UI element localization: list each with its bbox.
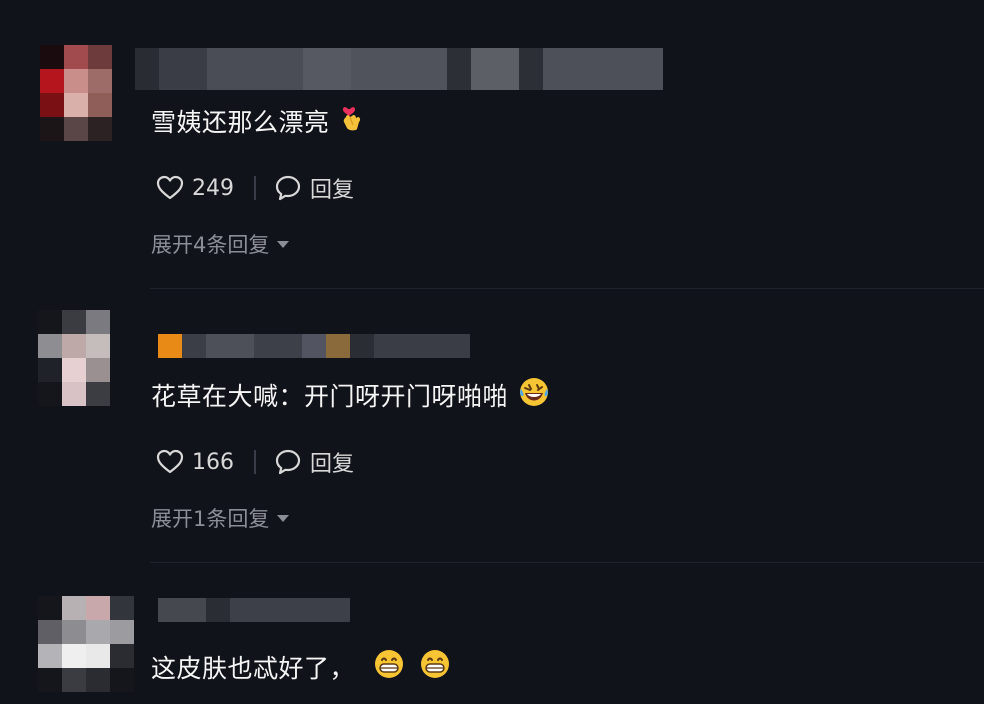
rolling-laugh-emoji-icon xyxy=(518,376,550,414)
reply-label: 回复 xyxy=(310,452,355,477)
chat-bubble-icon xyxy=(274,174,302,202)
caret-down-icon xyxy=(277,240,290,248)
reply-button[interactable]: 回复 xyxy=(274,172,354,204)
expand-replies-label: 展开4条回复 xyxy=(151,233,270,257)
expand-replies-label: 展开1条回复 xyxy=(151,507,270,531)
divider xyxy=(150,562,984,563)
divider xyxy=(254,176,256,200)
comment-text: 花草在大喊：开门呀开门呀啪啪 xyxy=(151,376,550,414)
like-button[interactable]: 166 xyxy=(156,449,234,475)
comment-body: 花草在大喊：开门呀开门呀啪啪 xyxy=(151,382,509,411)
comment-actions: 249 回复 xyxy=(156,172,354,204)
comment-body: 雪姨还那么漂亮 xyxy=(151,108,330,137)
heart-icon xyxy=(156,175,184,201)
username-redacted[interactable] xyxy=(158,334,470,358)
caret-down-icon xyxy=(277,514,290,522)
grin-emoji-icon xyxy=(419,648,451,686)
username-redacted[interactable] xyxy=(158,598,350,622)
like-count: 249 xyxy=(192,175,234,201)
like-count: 166 xyxy=(192,449,234,475)
avatar[interactable] xyxy=(38,310,110,406)
finger-heart-emoji-icon xyxy=(340,103,364,139)
comment-body: 这皮肤也忒好了， xyxy=(151,654,356,683)
expand-replies-button[interactable]: 展开1条回复 xyxy=(151,503,290,533)
chat-bubble-icon xyxy=(274,448,302,476)
username-redacted[interactable] xyxy=(135,48,663,90)
heart-icon xyxy=(156,449,184,475)
grin-emoji-icon xyxy=(373,648,405,686)
expand-replies-button[interactable]: 展开4条回复 xyxy=(151,229,290,259)
divider xyxy=(150,288,984,289)
reply-button[interactable]: 回复 xyxy=(274,446,354,478)
comment-actions: 166 回复 xyxy=(156,446,354,478)
avatar[interactable] xyxy=(40,45,112,141)
like-button[interactable]: 249 xyxy=(156,175,234,201)
reply-label: 回复 xyxy=(310,178,355,203)
comment-text: 这皮肤也忒好了， xyxy=(151,648,451,686)
comment-text: 雪姨还那么漂亮 xyxy=(151,102,364,140)
avatar[interactable] xyxy=(38,596,134,692)
divider xyxy=(254,450,256,474)
